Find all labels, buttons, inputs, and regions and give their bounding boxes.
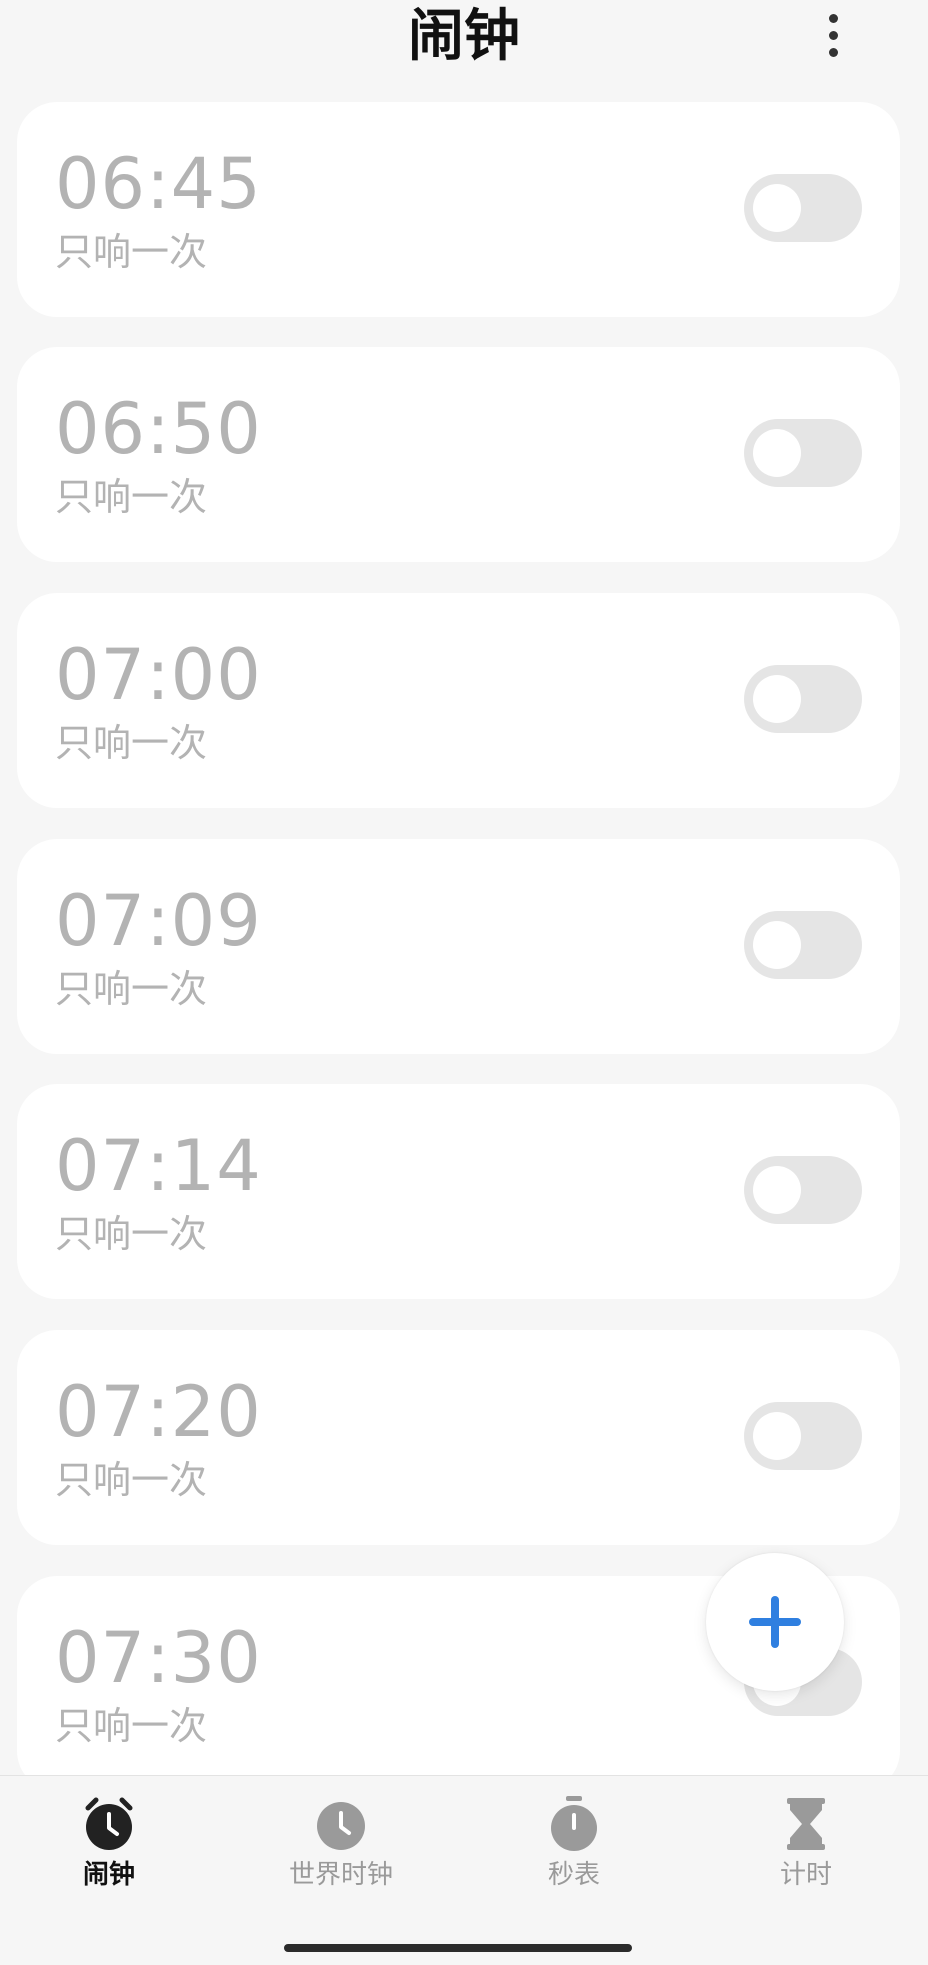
add-alarm-button[interactable] <box>706 1553 844 1691</box>
more-options-button[interactable] <box>816 10 852 62</box>
alarm-toggle[interactable] <box>744 1156 862 1224</box>
alarm-repeat: 只响一次 <box>55 967 208 1011</box>
alarm-card[interactable]: 07:09 只响一次 <box>17 839 900 1054</box>
clock-icon <box>317 1802 365 1850</box>
nav-item-timer[interactable]: 计时 <box>690 1796 922 1906</box>
alarm-time: 06:50 <box>55 388 262 470</box>
alarm-time: 07:30 <box>55 1617 262 1699</box>
nav-item-world-clock[interactable]: 世界时钟 <box>225 1796 457 1906</box>
plus-icon <box>749 1596 801 1648</box>
nav-label: 闹钟 <box>82 1860 135 1890</box>
alarm-time: 07:00 <box>55 634 262 716</box>
alarm-time: 07:20 <box>55 1371 262 1453</box>
nav-item-alarm[interactable]: 闹钟 <box>0 1796 225 1906</box>
alarm-card[interactable]: 06:50 只响一次 <box>17 347 900 562</box>
alarm-card[interactable]: 07:20 只响一次 <box>17 1330 900 1545</box>
app-header: 闹钟 <box>0 0 928 100</box>
alarm-clock-icon <box>85 1797 133 1850</box>
alarm-card[interactable]: 06:45 只响一次 <box>17 102 900 317</box>
toggle-knob <box>753 1166 801 1214</box>
nav-label: 秒表 <box>547 1860 600 1890</box>
alarm-toggle[interactable] <box>744 174 862 242</box>
more-vertical-icon <box>829 31 838 40</box>
toggle-knob <box>753 1412 801 1460</box>
alarm-repeat: 只响一次 <box>55 1458 208 1502</box>
alarm-repeat: 只响一次 <box>55 721 208 765</box>
toggle-knob <box>753 429 801 477</box>
alarm-toggle[interactable] <box>744 665 862 733</box>
stopwatch-icon <box>551 1796 597 1851</box>
page-title: 闹钟 <box>408 4 520 69</box>
nav-item-stopwatch[interactable]: 秒表 <box>458 1796 690 1906</box>
alarm-toggle[interactable] <box>744 419 862 487</box>
more-vertical-icon <box>829 48 838 57</box>
alarm-time: 06:45 <box>55 143 262 225</box>
alarm-list[interactable]: 06:45 只响一次 06:50 只响一次 07:00 只响一次 07:09 只… <box>0 0 928 1775</box>
alarm-card[interactable]: 07:14 只响一次 <box>17 1084 900 1299</box>
more-vertical-icon <box>829 14 838 23</box>
home-indicator[interactable] <box>284 1944 632 1952</box>
alarm-repeat: 只响一次 <box>55 230 208 274</box>
alarm-time: 07:09 <box>55 880 262 962</box>
toggle-knob <box>753 184 801 232</box>
alarm-time: 07:14 <box>55 1125 262 1207</box>
alarm-repeat: 只响一次 <box>55 475 208 519</box>
toggle-knob <box>753 921 801 969</box>
toggle-knob <box>753 675 801 723</box>
hourglass-icon <box>787 1798 825 1850</box>
alarm-repeat: 只响一次 <box>55 1212 208 1256</box>
bottom-navigation: 闹钟 世界时钟 秒表 计时 <box>0 1775 928 1965</box>
alarm-toggle[interactable] <box>744 911 862 979</box>
nav-label: 世界时钟 <box>288 1860 393 1890</box>
alarm-toggle[interactable] <box>744 1402 862 1470</box>
alarm-repeat: 只响一次 <box>55 1704 208 1748</box>
nav-label: 计时 <box>779 1860 832 1890</box>
alarm-card[interactable]: 07:00 只响一次 <box>17 593 900 808</box>
